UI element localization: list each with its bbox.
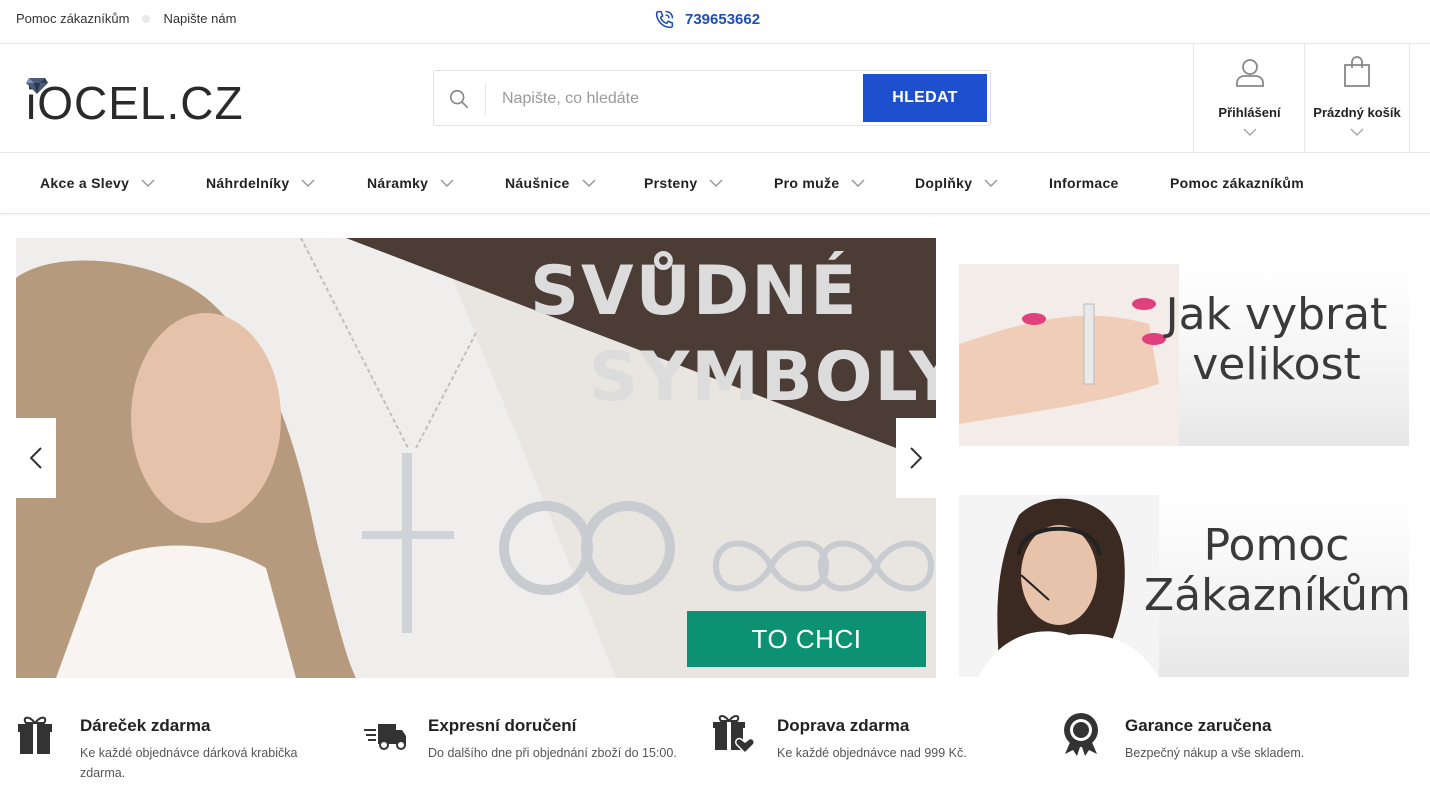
nav-item-label: Náramky [367, 175, 429, 191]
chevron-down-icon [851, 179, 865, 187]
chevron-down-icon [582, 179, 596, 187]
separator-dot [142, 14, 151, 23]
hero-headline-line-2: SYMBOLY [589, 338, 936, 417]
diamond-icon [26, 78, 48, 94]
slider-next-button[interactable] [896, 418, 936, 498]
support-agent-image [959, 495, 1159, 677]
phone-contact[interactable]: 739653662 [654, 9, 760, 30]
slider-prev-button[interactable] [16, 418, 56, 498]
feature-desc: Do dalšího dne při objednání zboží do 15… [428, 746, 677, 760]
chevron-right-icon [910, 447, 922, 469]
cart-label: Prázdný košík [1313, 105, 1401, 120]
nav-item-label: Informace [1049, 175, 1119, 191]
chevron-down-icon [301, 179, 315, 187]
delivery-truck-icon [364, 724, 406, 750]
search-input[interactable] [502, 83, 862, 115]
main-nav: Akce a Slevy Náhrdelníky Náramky Náušnic… [0, 153, 1430, 214]
phone-number: 739653662 [685, 11, 761, 28]
nav-item-nahrdelniky[interactable]: Náhrdelníky [206, 175, 315, 191]
feature-title: Dáreček zdarma [80, 716, 211, 735]
hero-banner[interactable]: SVŮDNÉ SYMBOLY TO CHCI [16, 238, 936, 678]
chevron-down-icon [141, 179, 155, 187]
customer-help-line-2: Zákazníkům [1144, 570, 1409, 621]
chevron-down-icon [1242, 128, 1257, 136]
user-icon [1235, 59, 1264, 87]
nav-item-label: Doplňky [915, 175, 973, 191]
feature-desc: Bezpečný nákup a vše skladem. [1125, 746, 1305, 760]
nav-item-label: Náušnice [505, 175, 570, 191]
chevron-down-icon [1350, 128, 1364, 136]
chevron-down-icon [984, 179, 998, 187]
nav-item-akce[interactable]: Akce a Slevy [40, 175, 155, 191]
logo-text: iOCEL.CZ [26, 77, 244, 129]
size-guide-line-2: velikost [1192, 339, 1361, 390]
nav-item-doplnky[interactable]: Doplňky [915, 175, 998, 191]
feature-title: Expresní doručení [428, 716, 577, 735]
gift-icon [18, 716, 52, 754]
help-link[interactable]: Pomoc zákazníkům [16, 11, 129, 26]
feature-desc: Ke každé objednávce nad 999 Kč. [777, 746, 967, 760]
nav-item-label: Náhrdelníky [206, 175, 290, 191]
nav-item-pro-muze[interactable]: Pro muže [774, 175, 865, 191]
nav-item-pomoc[interactable]: Pomoc zákazníkům [1170, 175, 1304, 191]
search-bar: HLEDAT [433, 70, 991, 126]
login-label: Přihlášení [1218, 105, 1281, 120]
gift-heart-icon [713, 715, 755, 754]
feature-title: Doprava zdarma [777, 716, 910, 735]
hero-headline-line-1: SVŮDNÉ [530, 252, 859, 331]
nav-item-prsteny[interactable]: Prsteny [644, 175, 723, 191]
search-separator [485, 83, 486, 115]
top-bar: Pomoc zákazníkům Napište nám 739653662 [0, 0, 1430, 44]
nav-item-label: Prsteny [644, 175, 698, 191]
site-logo[interactable]: iOCEL.CZ [26, 76, 244, 130]
cta-button[interactable]: TO CHCI [687, 611, 926, 667]
award-badge-icon [1064, 713, 1098, 756]
search-icon[interactable] [448, 88, 470, 110]
feature-title: Garance zaručena [1125, 716, 1272, 735]
chevron-down-icon [709, 179, 723, 187]
nav-item-label: Pro muže [774, 175, 840, 191]
customer-help-banner[interactable]: Pomoc Zákazníkům [959, 495, 1409, 677]
nav-item-label: Akce a Slevy [40, 175, 130, 191]
customer-help-line-1: Pomoc [1203, 520, 1350, 571]
nav-item-nausnice[interactable]: Náušnice [505, 175, 596, 191]
login-button[interactable]: Přihlášení [1193, 44, 1305, 152]
top-links: Pomoc zákazníkům Napište nám [16, 11, 236, 26]
size-guide-banner[interactable]: Jak vybrat velikost [959, 264, 1409, 446]
nav-item-informace[interactable]: Informace [1049, 175, 1119, 191]
search-button[interactable]: HLEDAT [863, 74, 987, 122]
chevron-down-icon [440, 179, 454, 187]
write-us-link[interactable]: Napište nám [163, 11, 236, 26]
feature-desc: Ke každé objednávce dárková krabička zda… [80, 746, 298, 780]
chevron-left-icon [30, 447, 42, 469]
shopping-bag-icon [1344, 56, 1370, 87]
nav-item-naramky[interactable]: Náramky [367, 175, 454, 191]
phone-icon [655, 10, 674, 29]
nav-item-label: Pomoc zákazníkům [1170, 175, 1304, 191]
size-guide-line-1: Jak vybrat [1165, 289, 1388, 340]
cart-button[interactable]: Prázdný košík [1304, 44, 1410, 152]
header: iOCEL.CZ HLEDAT Přihlášení Prázdný košík [0, 44, 1430, 153]
